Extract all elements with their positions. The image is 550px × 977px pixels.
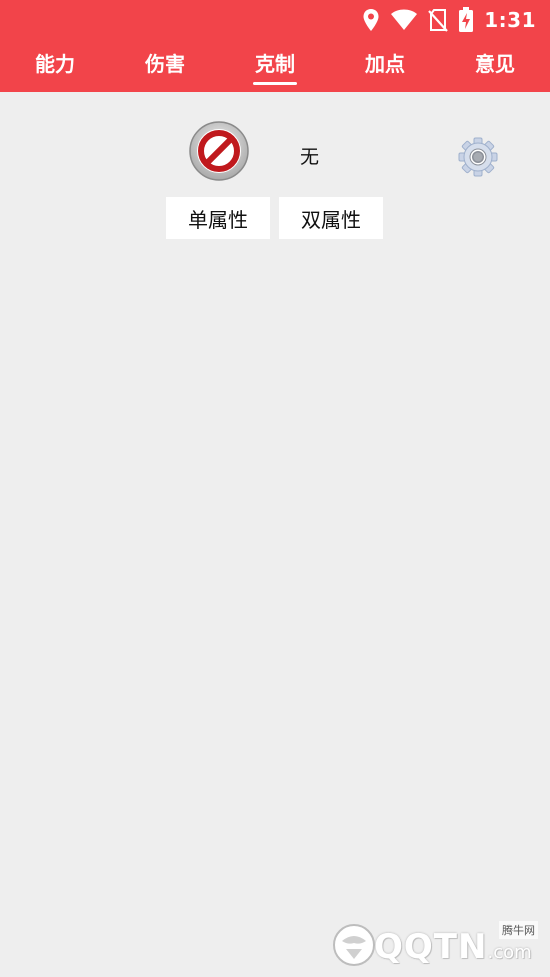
tab-feedback[interactable]: 意见 — [440, 40, 550, 92]
tab-label: 伤害 — [145, 52, 185, 76]
tab-ability[interactable]: 能力 — [0, 40, 110, 92]
no-sim-icon — [428, 9, 449, 32]
watermark: QQTN.com 腾牛网 — [332, 921, 542, 971]
tab-label: 意见 — [475, 52, 515, 76]
gear-icon — [458, 137, 498, 177]
app-bar: 1:31 能力 伤害 克制 加点 意见 — [0, 0, 550, 92]
battery-charging-icon — [459, 7, 474, 32]
no-entry-icon — [189, 121, 249, 181]
tab-label: 能力 — [35, 52, 75, 76]
tab-stat-points[interactable]: 加点 — [330, 40, 440, 92]
tab-active-indicator — [253, 82, 297, 85]
location-icon — [363, 9, 379, 31]
status-icons: 1:31 — [362, 6, 536, 34]
watermark-brand-text: QQTN — [374, 927, 488, 967]
type-selector[interactable] — [189, 121, 249, 181]
settings-button[interactable] — [458, 137, 498, 177]
watermark-tag: 腾牛网 — [499, 921, 538, 939]
main-content: 无 单属性 双属性 — [0, 92, 550, 977]
tab-label: 加点 — [365, 52, 405, 76]
wifi-icon — [391, 9, 418, 30]
dual-type-button-label: 双属性 — [301, 207, 361, 232]
tab-label: 克制 — [255, 52, 295, 76]
dual-type-button[interactable]: 双属性 — [279, 197, 383, 239]
single-type-button[interactable]: 单属性 — [166, 197, 270, 239]
tab-bar: 能力 伤害 克制 加点 意见 — [0, 40, 550, 92]
watermark-suffix: .com — [487, 942, 532, 963]
tab-counter[interactable]: 克制 — [220, 40, 330, 92]
watermark-logo-icon — [333, 924, 375, 966]
type-name: 无 — [300, 146, 320, 168]
status-time: 1:31 — [484, 8, 536, 32]
single-type-button-label: 单属性 — [188, 207, 248, 232]
status-bar: 1:31 — [0, 0, 550, 40]
tab-damage[interactable]: 伤害 — [110, 40, 220, 92]
